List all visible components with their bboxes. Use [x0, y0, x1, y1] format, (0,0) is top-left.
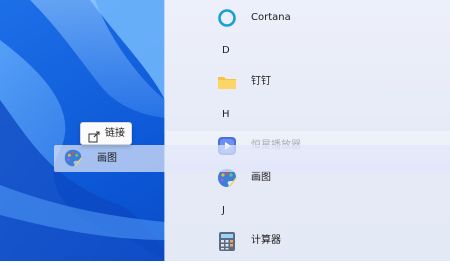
- app-item-dingtalk[interactable]: 钉钉: [165, 67, 450, 97]
- tooltip-label: 链接: [105, 128, 125, 139]
- app-item-calculator[interactable]: 计算器: [165, 226, 450, 256]
- group-letter-h[interactable]: H: [222, 108, 230, 122]
- calculator-icon: [215, 229, 239, 253]
- dragged-app-label: 画图: [97, 153, 117, 164]
- paint-icon: [62, 147, 84, 169]
- dragged-app-paint[interactable]: 画图: [54, 145, 450, 172]
- app-label: 计算器: [251, 235, 281, 246]
- app-label: Cortana: [251, 12, 291, 23]
- link-icon: [88, 128, 100, 143]
- cortana-icon: [215, 6, 239, 30]
- group-letter-j[interactable]: J: [222, 204, 225, 218]
- drag-tooltip-link: 链接: [80, 122, 132, 145]
- group-letter-d[interactable]: D: [222, 44, 230, 58]
- app-label: 钉钉: [251, 76, 271, 87]
- start-menu-all-apps: Cortana D 钉钉 H 恒星播放器: [165, 0, 450, 261]
- folder-icon: [215, 70, 239, 94]
- app-item-cortana[interactable]: Cortana: [165, 3, 450, 33]
